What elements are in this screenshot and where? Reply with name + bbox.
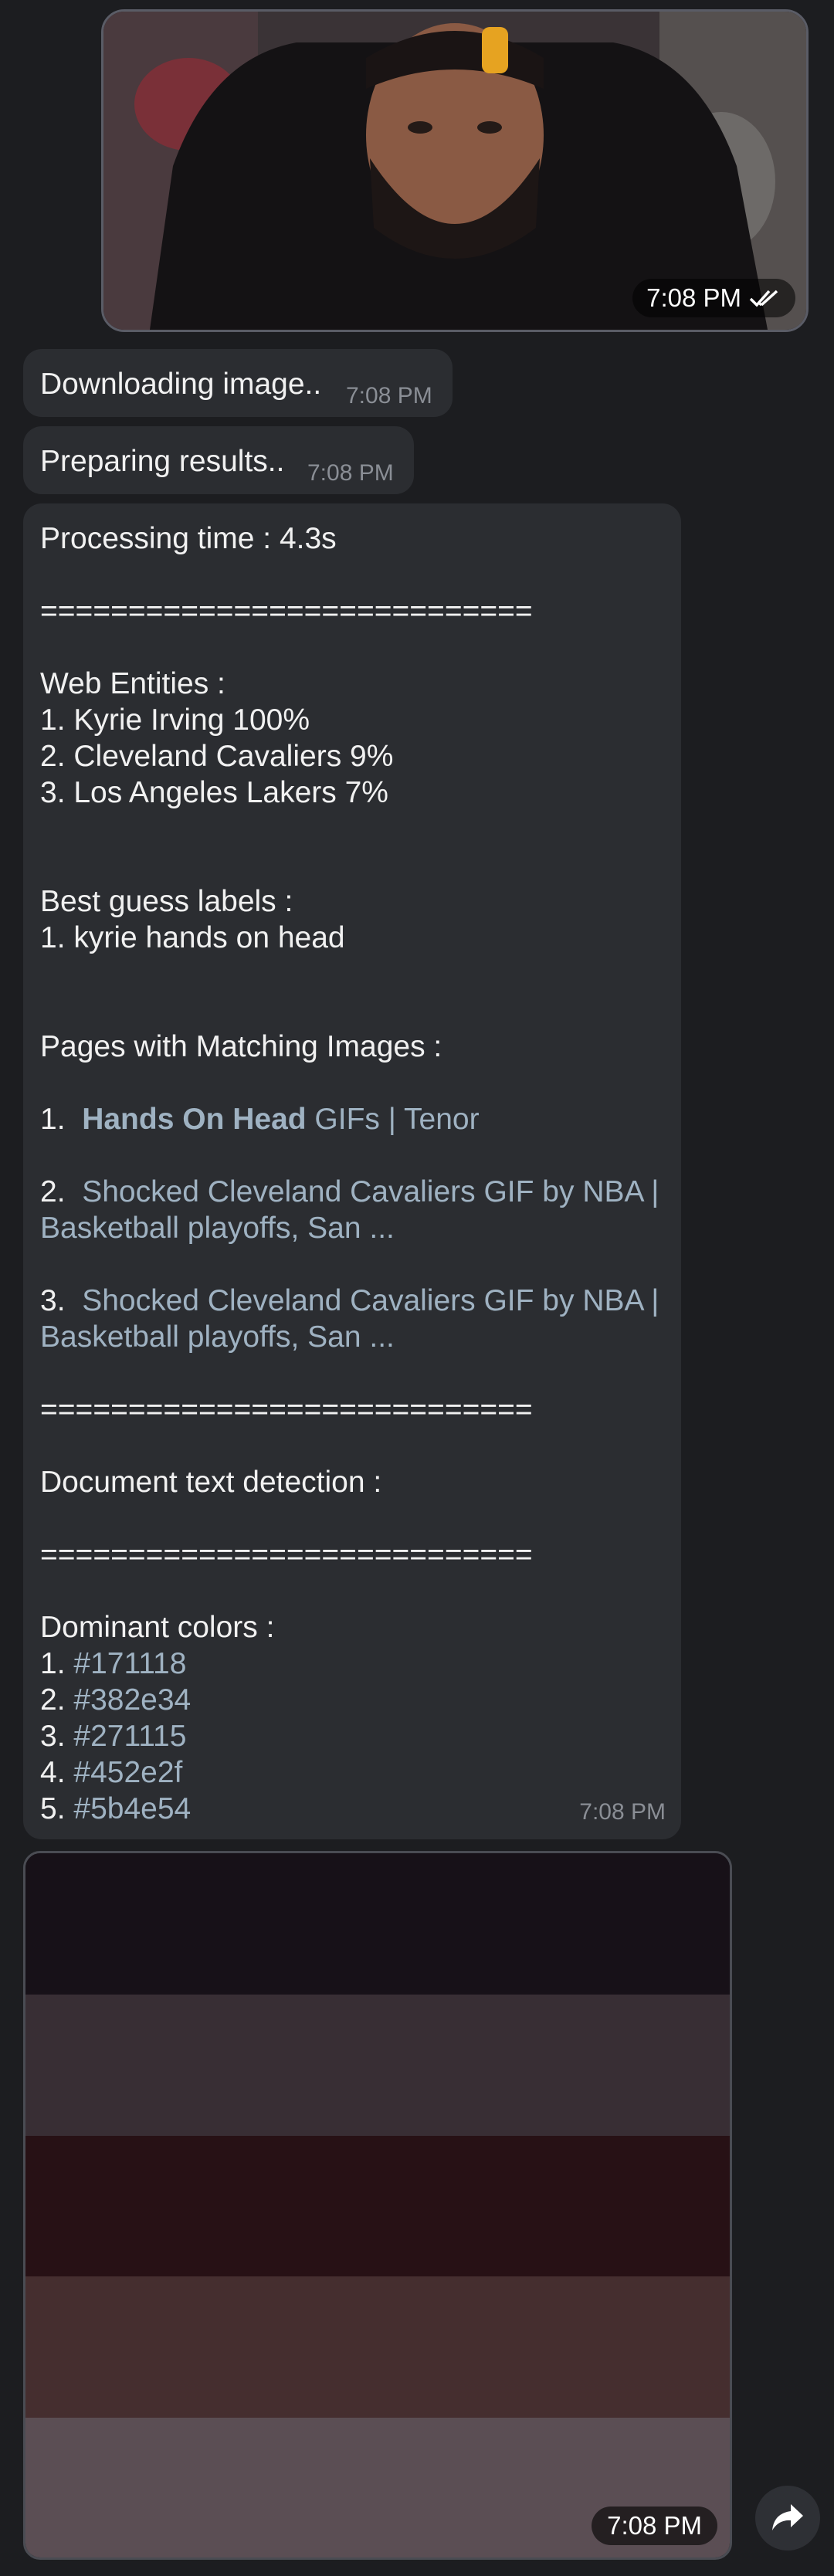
page-link[interactable]: GIFs | Tenor bbox=[307, 1103, 479, 1136]
best-guess-item: 1. kyrie hands on head bbox=[40, 921, 345, 954]
color-swatch bbox=[25, 2276, 730, 2418]
web-entity-item: 2. Cleveland Cavaliers 9% bbox=[40, 740, 394, 773]
color-swatch bbox=[25, 1994, 730, 2136]
status-message-downloading[interactable]: Downloading image.. 7:08 PM bbox=[23, 349, 453, 417]
status-text: Downloading image.. bbox=[40, 368, 322, 401]
web-entity-item: 1. Kyrie Irving 100% bbox=[40, 703, 310, 737]
color-item: 4. #452e2f bbox=[40, 1754, 673, 1791]
results-message[interactable]: Processing time : 4.3s =================… bbox=[23, 503, 681, 1839]
color-item: 5. #5b4e54 bbox=[40, 1791, 673, 1827]
status-text: Preparing results.. bbox=[40, 445, 285, 478]
colors-heading: Dominant colors : bbox=[40, 1611, 275, 1644]
share-icon bbox=[772, 2504, 803, 2530]
color-hex-link[interactable]: #452e2f bbox=[73, 1756, 182, 1789]
share-button[interactable] bbox=[755, 2486, 820, 2551]
color-hex-link[interactable]: #271115 bbox=[73, 1720, 186, 1753]
results-body: Processing time : 4.3s =================… bbox=[40, 520, 673, 1827]
color-number: 3. bbox=[40, 1720, 66, 1753]
processing-time: Processing time : 4.3s bbox=[40, 522, 337, 555]
page-link[interactable]: Shocked Cleveland Cavaliers GIF by NBA | bbox=[82, 1284, 659, 1317]
best-guess-heading: Best guess labels : bbox=[40, 885, 293, 918]
color-swatch-image[interactable]: 7:08 PM bbox=[23, 1851, 732, 2560]
color-number: 4. bbox=[40, 1756, 66, 1789]
doc-text-heading: Document text detection : bbox=[40, 1466, 382, 1499]
separator: ============================ bbox=[40, 1538, 533, 1571]
swatch-timestamp: 7:08 PM bbox=[592, 2507, 717, 2545]
page-link-item: 1. Hands On Head GIFs | Tenor bbox=[40, 1101, 673, 1137]
color-hex-link[interactable]: #5b4e54 bbox=[73, 1792, 191, 1825]
page-link-continued[interactable]: Basketball playoffs, San ... bbox=[40, 1210, 673, 1246]
page-link[interactable]: Shocked Cleveland Cavaliers GIF by NBA | bbox=[82, 1175, 659, 1208]
message-timestamp: 7:08 PM bbox=[579, 1799, 666, 1825]
photo-timestamp: 7:08 PM bbox=[646, 283, 741, 312]
color-number: 5. bbox=[40, 1792, 66, 1825]
color-swatch bbox=[25, 1853, 730, 1995]
separator: ============================ bbox=[40, 1393, 533, 1426]
page-link-continued[interactable]: Basketball playoffs, San ... bbox=[40, 1319, 673, 1355]
color-swatch bbox=[25, 2135, 730, 2277]
color-item: 1. #171118 bbox=[40, 1646, 673, 1682]
page-link-item: 2. Shocked Cleveland Cavaliers GIF by NB… bbox=[40, 1174, 673, 1210]
web-entities-heading: Web Entities : bbox=[40, 667, 225, 700]
status-message-preparing[interactable]: Preparing results.. 7:08 PM bbox=[23, 426, 414, 494]
color-item: 2. #382e34 bbox=[40, 1682, 673, 1718]
page-number: 3. bbox=[40, 1284, 66, 1317]
color-hex-link[interactable]: #382e34 bbox=[73, 1683, 191, 1717]
page-link-bold[interactable]: Hands On Head bbox=[82, 1103, 306, 1136]
web-entity-item: 3. Los Angeles Lakers 7% bbox=[40, 776, 388, 809]
color-item: 3. #271115 bbox=[40, 1718, 673, 1754]
color-number: 2. bbox=[40, 1683, 66, 1717]
color-number: 1. bbox=[40, 1647, 66, 1680]
page-number: 2. bbox=[40, 1175, 66, 1208]
message-timestamp: 7:08 PM bbox=[307, 460, 394, 486]
page-link-item: 3. Shocked Cleveland Cavaliers GIF by NB… bbox=[40, 1283, 673, 1319]
separator: ============================ bbox=[40, 595, 533, 628]
color-hex-link[interactable]: #171118 bbox=[73, 1647, 186, 1680]
page-number: 1. bbox=[40, 1103, 66, 1136]
pages-heading: Pages with Matching Images : bbox=[40, 1030, 442, 1063]
sent-photo[interactable]: 7:08 PM bbox=[101, 9, 809, 332]
double-check-icon bbox=[749, 290, 778, 307]
message-timestamp: 7:08 PM bbox=[346, 383, 432, 408]
